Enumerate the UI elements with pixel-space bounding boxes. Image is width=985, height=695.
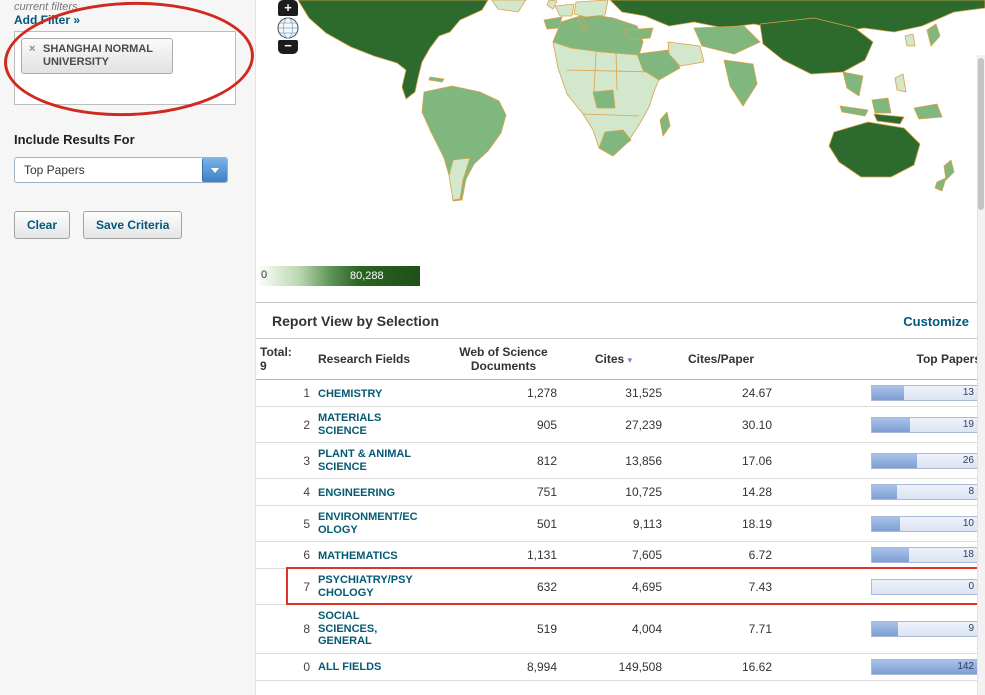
research-field-link[interactable]: PLANT & ANIMAL SCIENCE: [318, 448, 418, 473]
map-region: [874, 114, 904, 124]
table-row: 2 MATERIALS SCIENCE 905 27,239 30.10 19: [256, 407, 985, 443]
results-for-dropdown[interactable]: Top Papers: [14, 157, 228, 183]
map-region: [298, 0, 488, 99]
top-papers-bar: 26: [871, 453, 978, 469]
documents-header: Web of Science Documents: [446, 339, 561, 380]
filter-actions: Clear Save Criteria: [14, 211, 182, 239]
top-papers-bar: 13: [871, 385, 978, 401]
map-region: [422, 86, 506, 201]
research-field-link[interactable]: MATHEMATICS: [318, 550, 418, 563]
map-region: [840, 106, 868, 116]
include-results-label: Include Results For: [14, 132, 135, 147]
top-papers-bar: 0: [871, 579, 978, 595]
chevron-down-icon[interactable]: [202, 158, 227, 182]
table-row: 6 MATHEMATICS 1,131 7,605 6.72 18: [256, 542, 985, 569]
dropdown-selected-value: Top Papers: [15, 163, 202, 177]
filter-sidebar: current filters. Add Filter » × SHANGHAI…: [0, 0, 256, 695]
zoom-out-button[interactable]: −: [278, 40, 298, 54]
map-region: [449, 158, 470, 200]
map-region: [944, 160, 954, 180]
map-panel: + −: [256, 0, 985, 258]
research-field-link[interactable]: ALL FIELDS: [318, 661, 418, 674]
table-header-row: Total: 9 Research Fields Web of Science …: [256, 339, 985, 380]
scrollbar-thumb[interactable]: [978, 58, 984, 210]
map-region: [843, 72, 863, 96]
map-region: [927, 24, 940, 46]
clear-button[interactable]: Clear: [14, 211, 70, 239]
map-region: [914, 104, 942, 119]
filter-tag-institution[interactable]: × SHANGHAI NORMAL UNIVERSITY: [21, 38, 173, 74]
top-papers-bar: 9: [871, 621, 978, 637]
table-row: 0 ALL FIELDS 8,994 149,508 16.62 142: [256, 653, 985, 680]
current-filters-note: current filters.: [14, 1, 81, 13]
legend-min-label: 0: [261, 269, 267, 281]
table-row: 5 ENVIRONMENT/ECOLOGY 501 9,113 18.19 10: [256, 506, 985, 542]
scrollbar[interactable]: [977, 55, 985, 695]
zoom-in-button[interactable]: +: [278, 0, 298, 16]
table-row: 1 CHEMISTRY 1,278 31,525 24.67 13: [256, 380, 985, 407]
map-zoom-control: + −: [278, 0, 300, 54]
active-filters-box: × SHANGHAI NORMAL UNIVERSITY: [14, 31, 236, 105]
map-region: [555, 4, 574, 16]
map-region: [492, 0, 526, 12]
top-papers-bar: 10: [871, 516, 978, 532]
report-header: Report View by Selection Customize: [256, 302, 985, 338]
research-field-link[interactable]: ENGINEERING: [318, 487, 418, 500]
research-fields-table: Total: 9 Research Fields Web of Science …: [256, 338, 985, 681]
map-region: [593, 90, 615, 108]
table-row: 4 ENGINEERING 751 10,725 14.28 8: [256, 479, 985, 506]
table-row: 3 PLANT & ANIMAL SCIENCE 812 13,856 17.0…: [256, 443, 985, 479]
map-region: [895, 74, 906, 92]
save-criteria-button[interactable]: Save Criteria: [83, 211, 182, 239]
top-papers-header: Top Papers: [776, 339, 985, 380]
research-field-link[interactable]: ENVIRONMENT/ECOLOGY: [318, 511, 418, 536]
research-fields-header: Research Fields: [314, 339, 446, 380]
map-region: [905, 34, 915, 46]
research-field-link[interactable]: MATERIALS SCIENCE: [318, 412, 418, 437]
top-papers-bar: 142: [871, 659, 978, 675]
research-field-link[interactable]: SOCIAL SCIENCES, GENERAL: [318, 610, 418, 648]
map-region: [624, 28, 653, 40]
add-filter-link[interactable]: Add Filter »: [14, 13, 80, 27]
cites-sort-header[interactable]: Cites ▾: [561, 339, 666, 380]
map-region: [694, 26, 760, 54]
main-content: + − 0 80,288 Report View by Selection Cu…: [256, 0, 985, 695]
legend-max-label: 80,288: [350, 270, 384, 282]
top-papers-bar: 19: [871, 417, 978, 433]
map-region: [429, 77, 444, 82]
map-region: [935, 178, 946, 191]
total-header: Total: 9: [256, 339, 314, 380]
map-region: [660, 112, 670, 136]
top-papers-bar: 8: [871, 484, 978, 500]
map-legend: 0 80,288: [258, 266, 420, 286]
report-title: Report View by Selection: [272, 313, 439, 329]
filter-tag-label: SHANGHAI NORMAL UNIVERSITY: [43, 43, 153, 68]
sort-desc-icon: ▾: [628, 355, 633, 365]
map-region: [872, 98, 891, 113]
map-region: [574, 0, 608, 17]
map-region: [544, 17, 562, 29]
table-row: 8 SOCIAL SCIENCES, GENERAL 519 4,004 7.7…: [256, 605, 985, 654]
cites-per-paper-header: Cites/Paper: [666, 339, 776, 380]
map-region: [724, 60, 757, 106]
globe-icon[interactable]: [277, 17, 299, 39]
world-choropleth-map[interactable]: [256, 0, 985, 258]
map-region: [829, 122, 920, 177]
table-row-highlighted: 7 PSYCHIATRY/PSYCHOLOGY 632 4,695 7.43 0: [256, 569, 985, 605]
research-field-link[interactable]: PSYCHIATRY/PSYCHOLOGY: [318, 574, 418, 599]
esi-app-screen: current filters. Add Filter » × SHANGHAI…: [0, 0, 985, 695]
customize-link[interactable]: Customize: [903, 314, 969, 329]
top-papers-bar: 18: [871, 547, 978, 563]
research-field-link[interactable]: CHEMISTRY: [318, 388, 418, 401]
remove-filter-icon[interactable]: ×: [29, 43, 35, 56]
